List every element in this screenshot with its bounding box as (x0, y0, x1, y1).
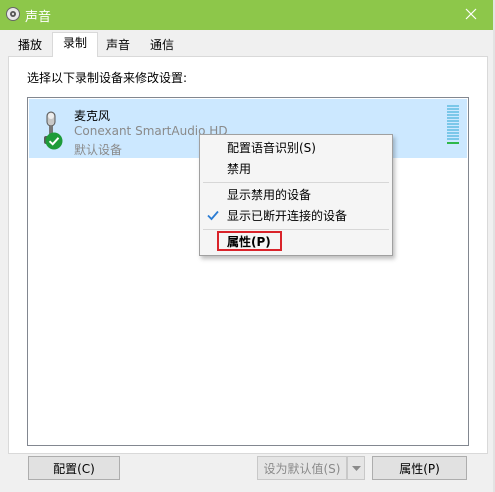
tab-communications[interactable]: 通信 (144, 35, 180, 55)
menu-item-disable[interactable]: 禁用 (201, 159, 391, 179)
level-segment (447, 108, 459, 110)
level-meter (447, 105, 459, 145)
title-bar: 声音 (0, 0, 495, 30)
close-button[interactable] (449, 0, 495, 30)
device-name: 麦克风 (74, 109, 111, 123)
configure-button[interactable]: 配置(C) (28, 456, 120, 480)
dialog-body: 播放 录制 声音 通信 选择以下录制设备来修改设置: 麦克风 Conexant … (0, 30, 495, 492)
menu-item-label: 显示已断开连接的设备 (227, 209, 348, 223)
menu-separator (203, 229, 389, 230)
level-segment (447, 114, 459, 116)
level-segment (447, 111, 459, 113)
tab-recording[interactable]: 录制 (52, 32, 98, 57)
menu-item-show-disabled[interactable]: 显示禁用的设备 (201, 185, 391, 205)
default-check-icon (45, 132, 63, 150)
tab-sounds[interactable]: 声音 (100, 35, 136, 55)
level-segment (447, 132, 459, 134)
device-status: 默认设备 (74, 143, 123, 157)
window-title: 声音 (25, 10, 52, 25)
set-default-button[interactable]: 设为默认值(S) (257, 456, 347, 480)
menu-item-label: 禁用 (227, 162, 252, 176)
level-segment (447, 120, 459, 122)
level-segment (447, 117, 459, 119)
checkmark-icon (207, 210, 219, 221)
level-segment (447, 105, 459, 107)
highlight-box (217, 231, 282, 251)
menu-item-label: 配置语音识别(S) (227, 141, 316, 155)
properties-button[interactable]: 属性(P) (372, 456, 467, 480)
level-segment (447, 138, 459, 140)
level-segment (447, 135, 459, 137)
context-menu: 配置语音识别(S) 禁用 显示禁用的设备 显示已断开连接的设备 属性(P) (199, 134, 393, 256)
menu-item-configure-speech[interactable]: 配置语音识别(S) (201, 138, 391, 158)
level-segment (447, 129, 459, 131)
menu-item-label: 显示禁用的设备 (227, 188, 312, 202)
close-icon (465, 8, 477, 20)
level-segment (447, 126, 459, 128)
level-segment (447, 123, 459, 125)
set-default-dropdown[interactable] (347, 456, 365, 480)
tab-playback[interactable]: 播放 (12, 35, 48, 55)
chevron-down-icon (352, 466, 361, 471)
level-segment-active (447, 142, 459, 144)
menu-separator (203, 182, 389, 183)
menu-item-show-disconnected[interactable]: 显示已断开连接的设备 (201, 206, 391, 226)
speaker-icon (6, 7, 20, 21)
instruction-label: 选择以下录制设备来修改设置: (27, 71, 188, 85)
